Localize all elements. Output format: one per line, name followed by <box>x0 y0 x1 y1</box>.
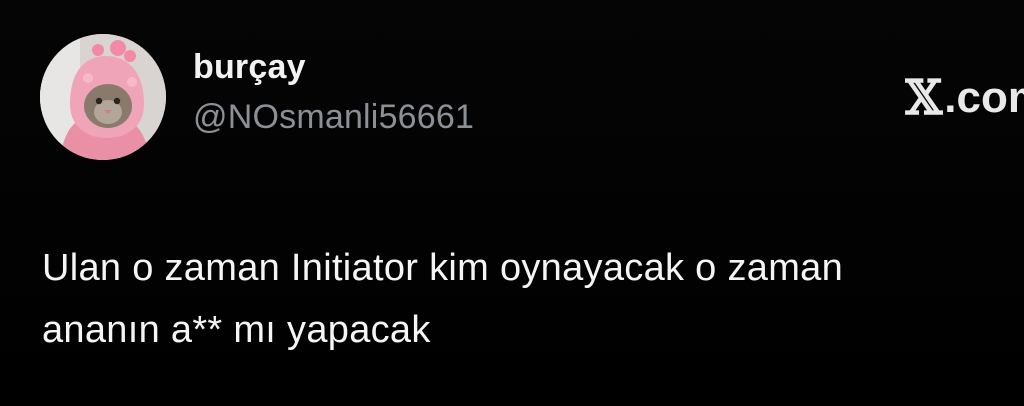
x-logo-icon: 𝕏 <box>905 70 943 126</box>
tweet-line-1: Ulan o zaman Initiator kim oynayacak o z… <box>42 247 844 289</box>
tweet-line-2: ananın a** mı yapacak <box>42 309 431 351</box>
display-name[interactable]: burçay <box>193 48 306 87</box>
brand-domain-text: .com <box>944 73 1024 122</box>
tweet-text: Ulan o zaman Initiator kim oynayacak o z… <box>42 237 1024 367</box>
tweet-screenshot: burçay @NOsmanli56661 𝕏 .com Ulan o zama… <box>0 0 1024 406</box>
cat-avatar-icon <box>40 34 166 160</box>
user-handle[interactable]: @NOsmanli56661 <box>193 98 474 137</box>
avatar[interactable] <box>40 34 166 160</box>
x-brand-logo: 𝕏 .com <box>905 70 1024 126</box>
